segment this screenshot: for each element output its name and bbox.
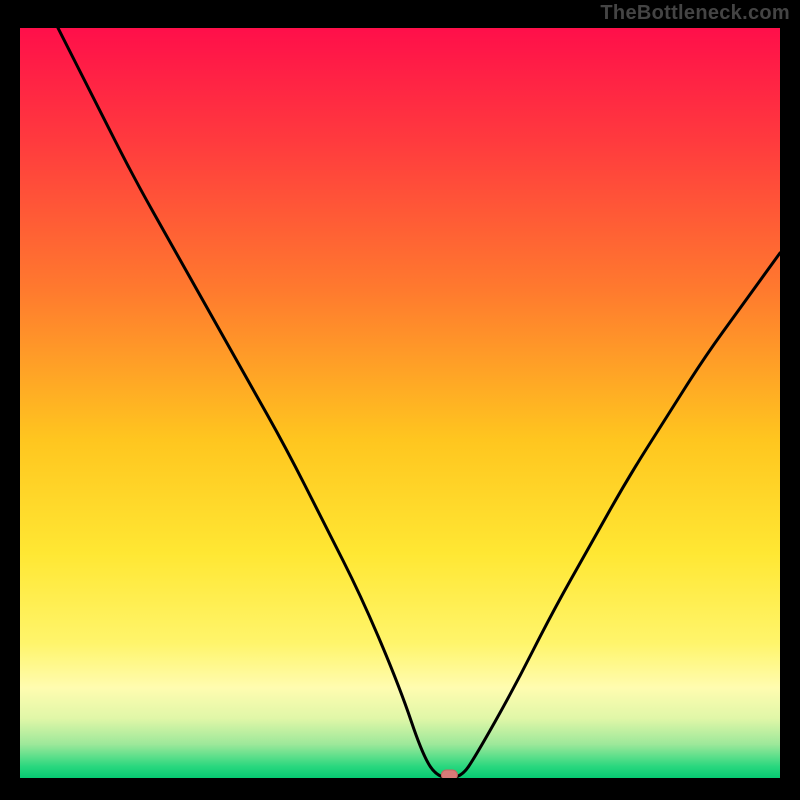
watermark-label: TheBottleneck.com — [600, 2, 790, 25]
plot-background — [20, 28, 780, 778]
bottleneck-plot — [20, 28, 780, 778]
chart-stage: TheBottleneck.com — [0, 0, 800, 800]
optimum-marker — [441, 770, 457, 778]
plot-svg — [20, 28, 780, 778]
